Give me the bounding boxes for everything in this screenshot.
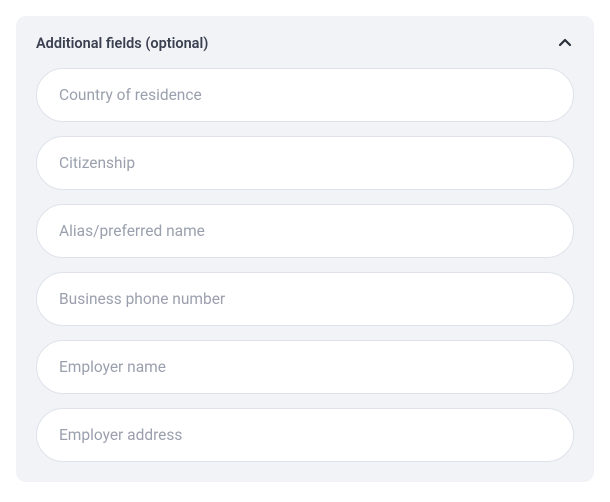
fields-container bbox=[36, 68, 574, 462]
additional-fields-panel: Additional fields (optional) bbox=[16, 16, 594, 482]
country-of-residence-input[interactable] bbox=[36, 68, 574, 122]
citizenship-input[interactable] bbox=[36, 136, 574, 190]
panel-header-toggle[interactable]: Additional fields (optional) bbox=[36, 34, 574, 52]
employer-address-input[interactable] bbox=[36, 408, 574, 462]
chevron-up-icon bbox=[556, 34, 574, 52]
employer-name-input[interactable] bbox=[36, 340, 574, 394]
panel-title: Additional fields (optional) bbox=[36, 35, 208, 52]
business-phone-input[interactable] bbox=[36, 272, 574, 326]
alias-input[interactable] bbox=[36, 204, 574, 258]
